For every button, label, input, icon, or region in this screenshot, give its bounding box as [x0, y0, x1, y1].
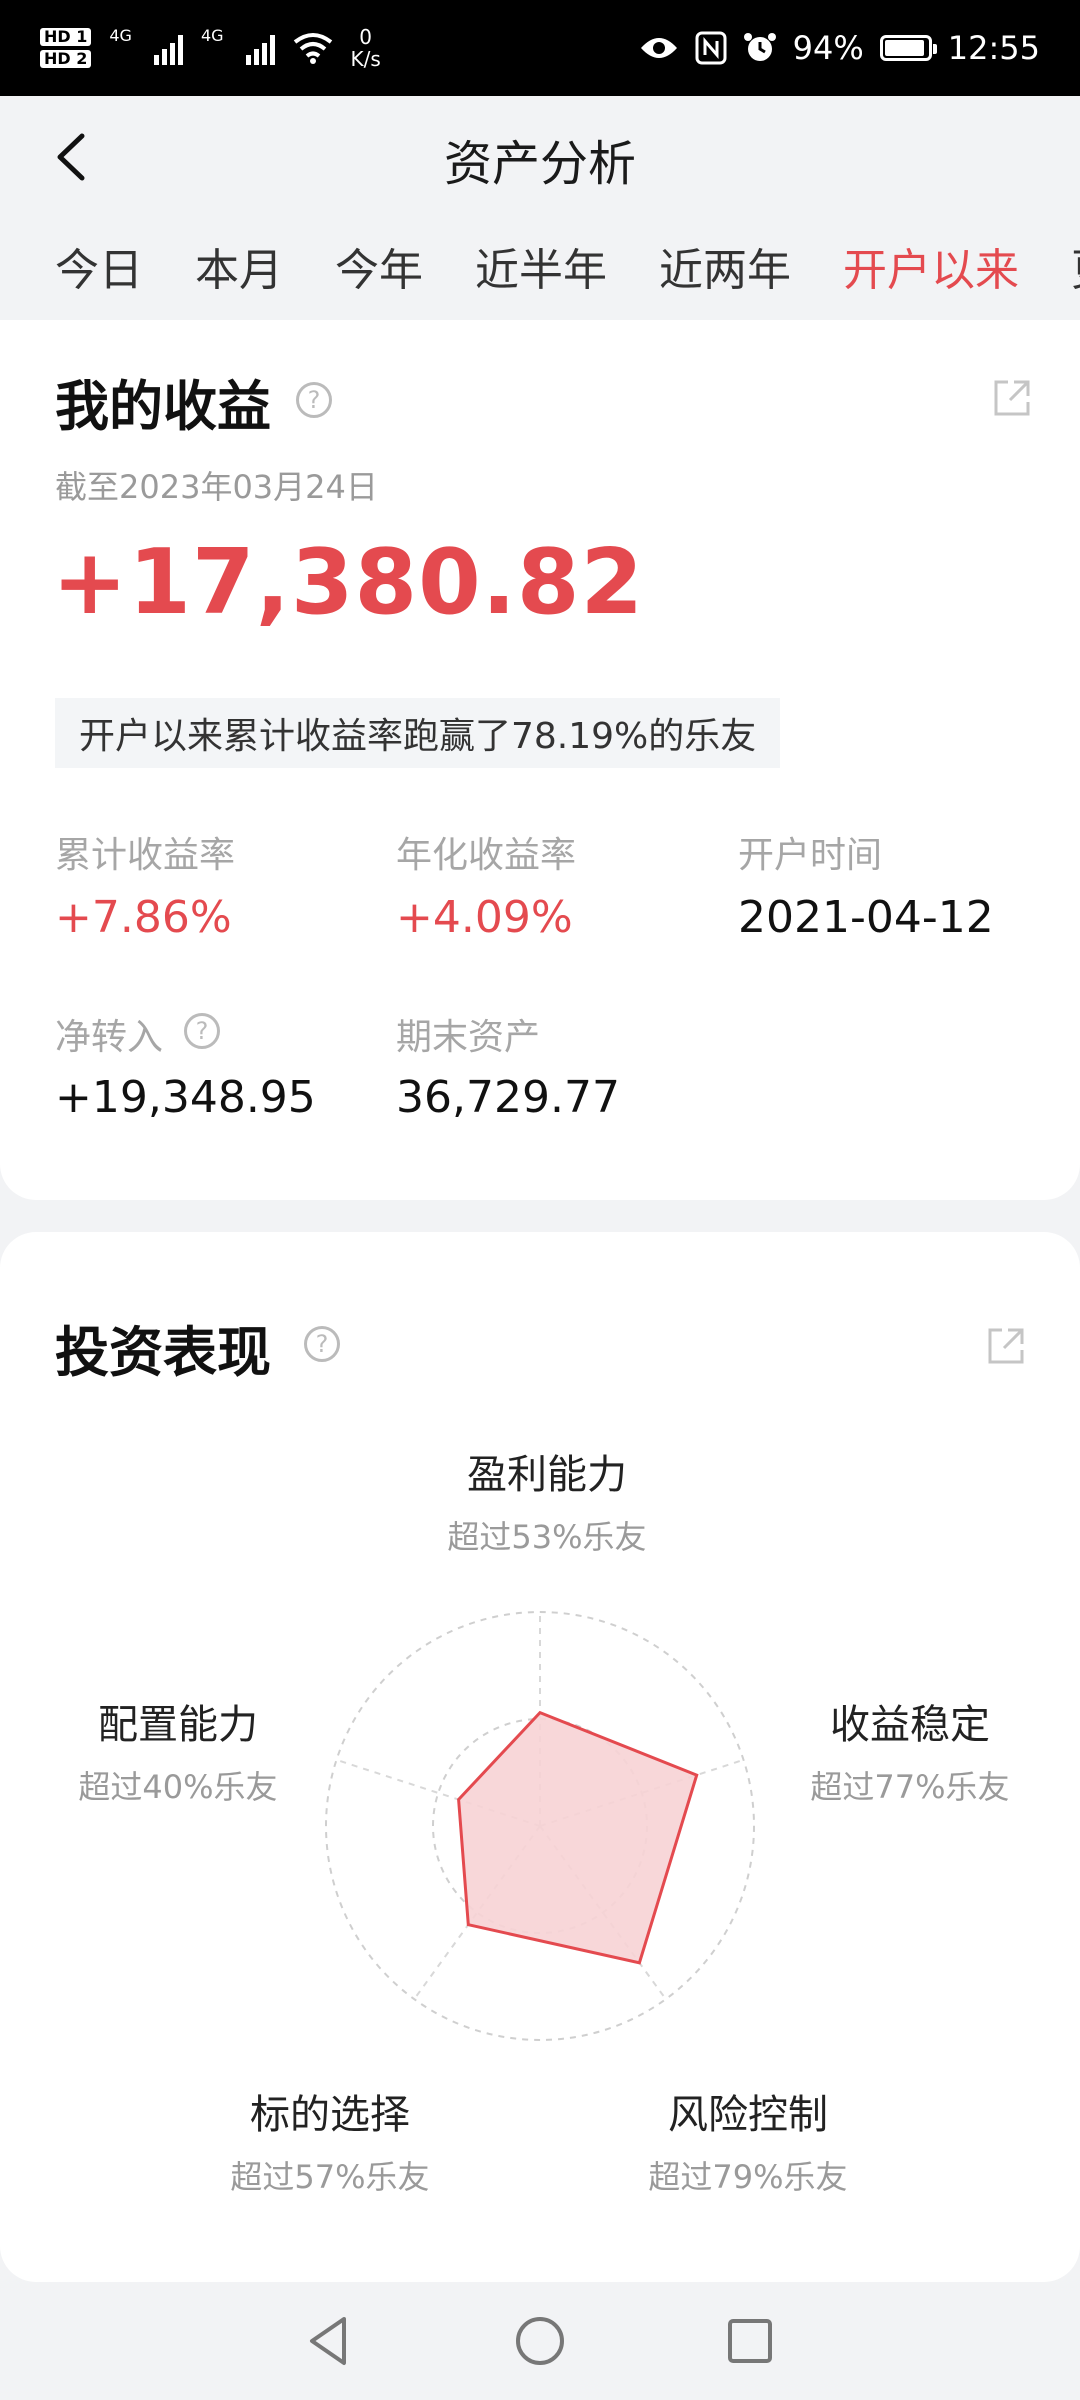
- tab-today[interactable]: 今日: [55, 234, 143, 298]
- performance-card: 投资表现 ? 盈利能力 超过53%乐友 收益稳定 超过77%乐友 风险控制 超过…: [0, 1232, 1080, 2282]
- status-bar: HD 1 HD 2 4G 4G 0 K/s 94% 12:55: [0, 0, 1080, 96]
- tab-half-year[interactable]: 近半年: [475, 234, 607, 298]
- nfc-icon: [695, 31, 727, 65]
- share-icon[interactable]: [990, 376, 1034, 420]
- signal-icon: [153, 31, 183, 65]
- wifi-icon: [293, 33, 332, 64]
- signal-icon: [245, 31, 275, 65]
- hd1-label: HD 1: [40, 28, 92, 46]
- beat-banner: 开户以来累计收益率跑赢了78.19%的乐友: [55, 698, 781, 768]
- system-nav-bar: [0, 2282, 1080, 2400]
- axis-title-target-selection: 标的选择: [250, 2092, 410, 2138]
- period-tabs: 今日 本月 今年 近半年 近两年 开户以来 更: [0, 222, 1080, 310]
- axis-sub-target-selection: 超过57%乐友: [230, 2158, 430, 2196]
- axis-sub-risk-control: 超过79%乐友: [648, 2158, 848, 2196]
- nav-recents-icon[interactable]: [720, 2311, 780, 2371]
- radar-chart: [325, 1611, 755, 2041]
- annual-rate-value: +4.09%: [396, 892, 573, 943]
- earnings-card: 我的收益 ? 截至2023年03月24日 +17,380.82 开户以来累计收益…: [0, 320, 1080, 1200]
- axis-title-risk-control: 风险控制: [668, 2092, 828, 2138]
- tab-two-years[interactable]: 近两年: [659, 234, 791, 298]
- axis-sub-stability: 超过77%乐友: [810, 1768, 1010, 1806]
- status-right: 94% 12:55: [639, 29, 1040, 67]
- open-date-label: 开户时间: [738, 835, 883, 876]
- earnings-title: 我的收益: [55, 375, 271, 438]
- net1-label: 4G: [109, 26, 132, 45]
- axis-sub-allocation: 超过40%乐友: [78, 1768, 278, 1806]
- tab-since-opening[interactable]: 开户以来: [843, 234, 1019, 298]
- annual-rate-label: 年化收益率: [396, 835, 577, 876]
- net-in-label: 净转入: [55, 1017, 164, 1058]
- net-in-value: +19,348.95: [55, 1072, 316, 1123]
- axis-sub-profitability: 超过53%乐友: [447, 1518, 647, 1556]
- axis-title-stability: 收益稳定: [830, 1702, 990, 1748]
- axis-title-allocation: 配置能力: [98, 1702, 258, 1748]
- as-of-date: 截至2023年03月24日: [55, 468, 378, 506]
- net-speed: 0 K/s: [350, 25, 381, 71]
- end-asset-label: 期末资产: [396, 1017, 541, 1058]
- eye-icon: [640, 38, 677, 58]
- help-icon[interactable]: ?: [184, 1013, 220, 1049]
- hd2-label: HD 2: [40, 50, 92, 68]
- cum-rate-label: 累计收益率: [55, 835, 236, 876]
- axis-title-profitability: 盈利能力: [467, 1452, 627, 1498]
- header: 资产分析: [0, 96, 1080, 222]
- hd-indicator: HD 1 HD 2: [40, 28, 92, 68]
- alarm-icon: [743, 33, 776, 61]
- nav-home-icon[interactable]: [510, 2311, 570, 2371]
- status-left: HD 1 HD 2 4G 4G 0 K/s: [40, 26, 381, 70]
- cum-rate-value: +7.86%: [55, 892, 232, 943]
- net2-label: 4G: [200, 26, 224, 45]
- tab-month[interactable]: 本月: [195, 234, 283, 298]
- open-date-value: 2021-04-12: [738, 892, 994, 943]
- clock: 12:55: [947, 29, 1040, 67]
- battery-icon: [879, 35, 937, 61]
- tab-year[interactable]: 今年: [335, 234, 423, 298]
- nav-back-icon[interactable]: [300, 2311, 360, 2371]
- tab-more[interactable]: 更: [1071, 234, 1080, 298]
- battery-percent: 94%: [792, 29, 864, 67]
- total-profit: +17,380.82: [52, 530, 645, 635]
- battery-fill: [884, 40, 925, 56]
- page-title: 资产分析: [443, 136, 636, 192]
- radar-polygon: [457, 1710, 699, 1965]
- end-asset-value: 36,729.77: [396, 1072, 620, 1123]
- help-icon[interactable]: ?: [296, 382, 332, 418]
